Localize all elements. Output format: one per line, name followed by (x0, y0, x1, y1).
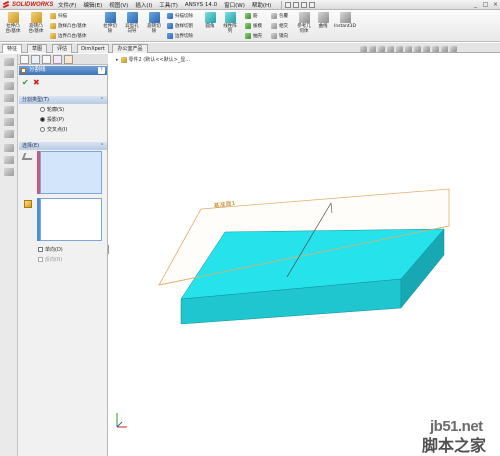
model-scene (158, 188, 450, 325)
reference-triad-icon (116, 413, 127, 428)
watermark-cn: 脚本之家 (422, 436, 487, 455)
